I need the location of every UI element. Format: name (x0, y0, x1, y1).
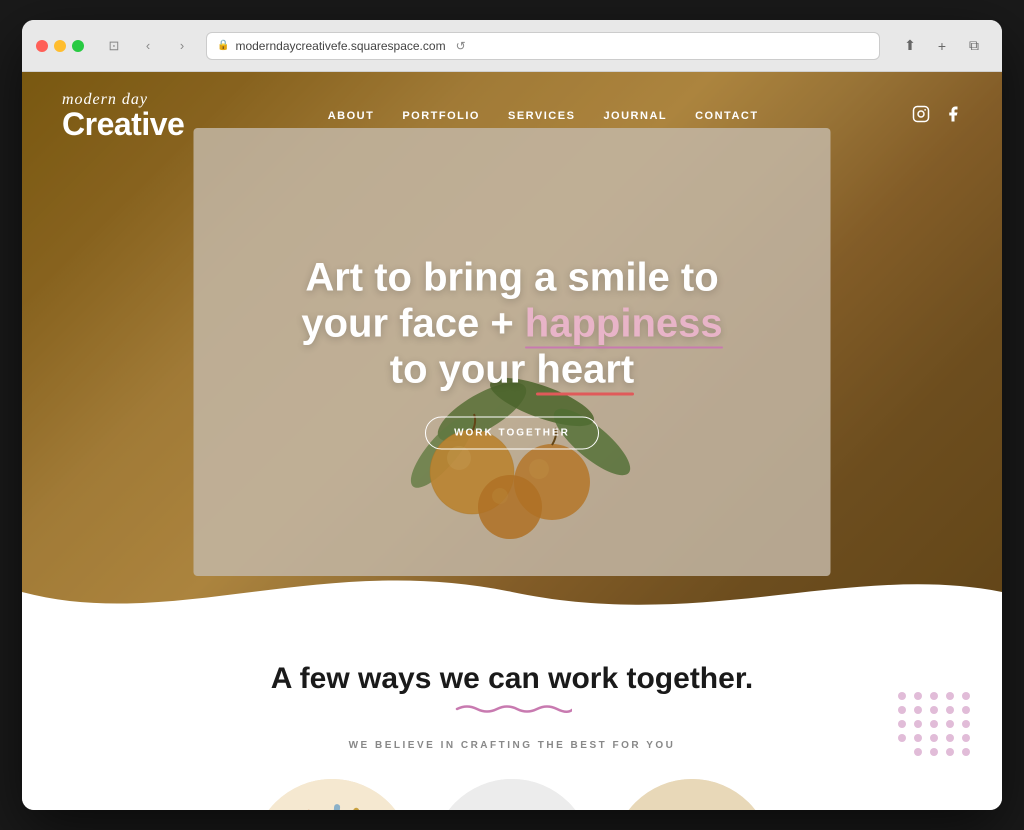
navigation: modern day Creative ABOUT PORTFOLIO SERV… (22, 72, 1002, 160)
cards-row (62, 779, 962, 810)
logo[interactable]: modern day Creative (62, 92, 184, 140)
maximize-button[interactable] (72, 40, 84, 52)
duplicate-button[interactable]: ⧉ (960, 35, 988, 57)
website-content: modern day Creative ABOUT PORTFOLIO SERV… (22, 72, 1002, 810)
work-together-button[interactable]: WORK TOGETHER (425, 417, 599, 450)
card-circle-1 (252, 779, 412, 810)
headline-line2: your face + happiness (301, 302, 722, 346)
minimize-button[interactable] (54, 40, 66, 52)
traffic-lights (36, 40, 84, 52)
nav-social (912, 105, 962, 128)
card-image-1 (252, 779, 412, 810)
window-icon-button[interactable]: ⊡ (100, 35, 128, 57)
nav-about[interactable]: ABOUT (328, 110, 375, 122)
section-title: A few ways we can work together. (62, 662, 962, 716)
reload-icon: ↺ (456, 39, 466, 53)
logo-main: Creative (62, 108, 184, 140)
facebook-icon[interactable] (944, 105, 962, 128)
card-image-3 (612, 779, 772, 810)
hero-headline: Art to bring a smile to your face + happ… (272, 255, 752, 393)
address-bar[interactable]: 🔒 moderndaycreativefe.squarespace.com ↺ (206, 32, 880, 60)
browser-controls: ⊡ ‹ › (100, 35, 196, 57)
browser-actions: ⬆ + ⧉ (896, 35, 988, 57)
nav-services[interactable]: SERVICES (508, 110, 575, 122)
headline-happiness: happiness (525, 302, 723, 346)
instagram-icon[interactable] (912, 105, 930, 128)
nav-contact[interactable]: CONTACT (695, 110, 758, 122)
nav-journal[interactable]: JOURNAL (603, 110, 667, 122)
back-button[interactable]: ‹ (134, 35, 162, 57)
dots-decoration (898, 692, 972, 756)
headline-line1: Art to bring a smile to (305, 256, 718, 300)
wavy-underline-svg (452, 702, 572, 716)
card-circle-3 (612, 779, 772, 810)
section-title-text: A few ways we can work together. (271, 662, 753, 695)
below-hero-section: A few ways we can work together. WE BELI… (22, 632, 1002, 810)
hero-text: Art to bring a smile to your face + happ… (272, 255, 752, 450)
hero-section: modern day Creative ABOUT PORTFOLIO SERV… (22, 72, 1002, 632)
wave-divider (22, 552, 1002, 632)
lock-icon: 🔒 (217, 40, 229, 51)
card-circle-2 (432, 779, 592, 810)
card-image-2 (432, 779, 592, 810)
nav-links: ABOUT PORTFOLIO SERVICES JOURNAL CONTACT (328, 110, 759, 122)
share-button[interactable]: ⬆ (896, 35, 924, 57)
browser-window: ⊡ ‹ › 🔒 moderndaycreativefe.squarespace.… (22, 20, 1002, 810)
headline-heart: heart (536, 348, 634, 392)
new-tab-button[interactable]: + (928, 35, 956, 57)
browser-chrome: ⊡ ‹ › 🔒 moderndaycreativefe.squarespace.… (22, 20, 1002, 72)
url-text: moderndaycreativefe.squarespace.com (235, 39, 445, 53)
forward-button[interactable]: › (168, 35, 196, 57)
nav-portfolio[interactable]: PORTFOLIO (402, 110, 480, 122)
section-subtitle: WE BELIEVE IN CRAFTING THE BEST FOR YOU (62, 740, 962, 751)
headline-line3: to your heart (390, 348, 634, 392)
close-button[interactable] (36, 40, 48, 52)
